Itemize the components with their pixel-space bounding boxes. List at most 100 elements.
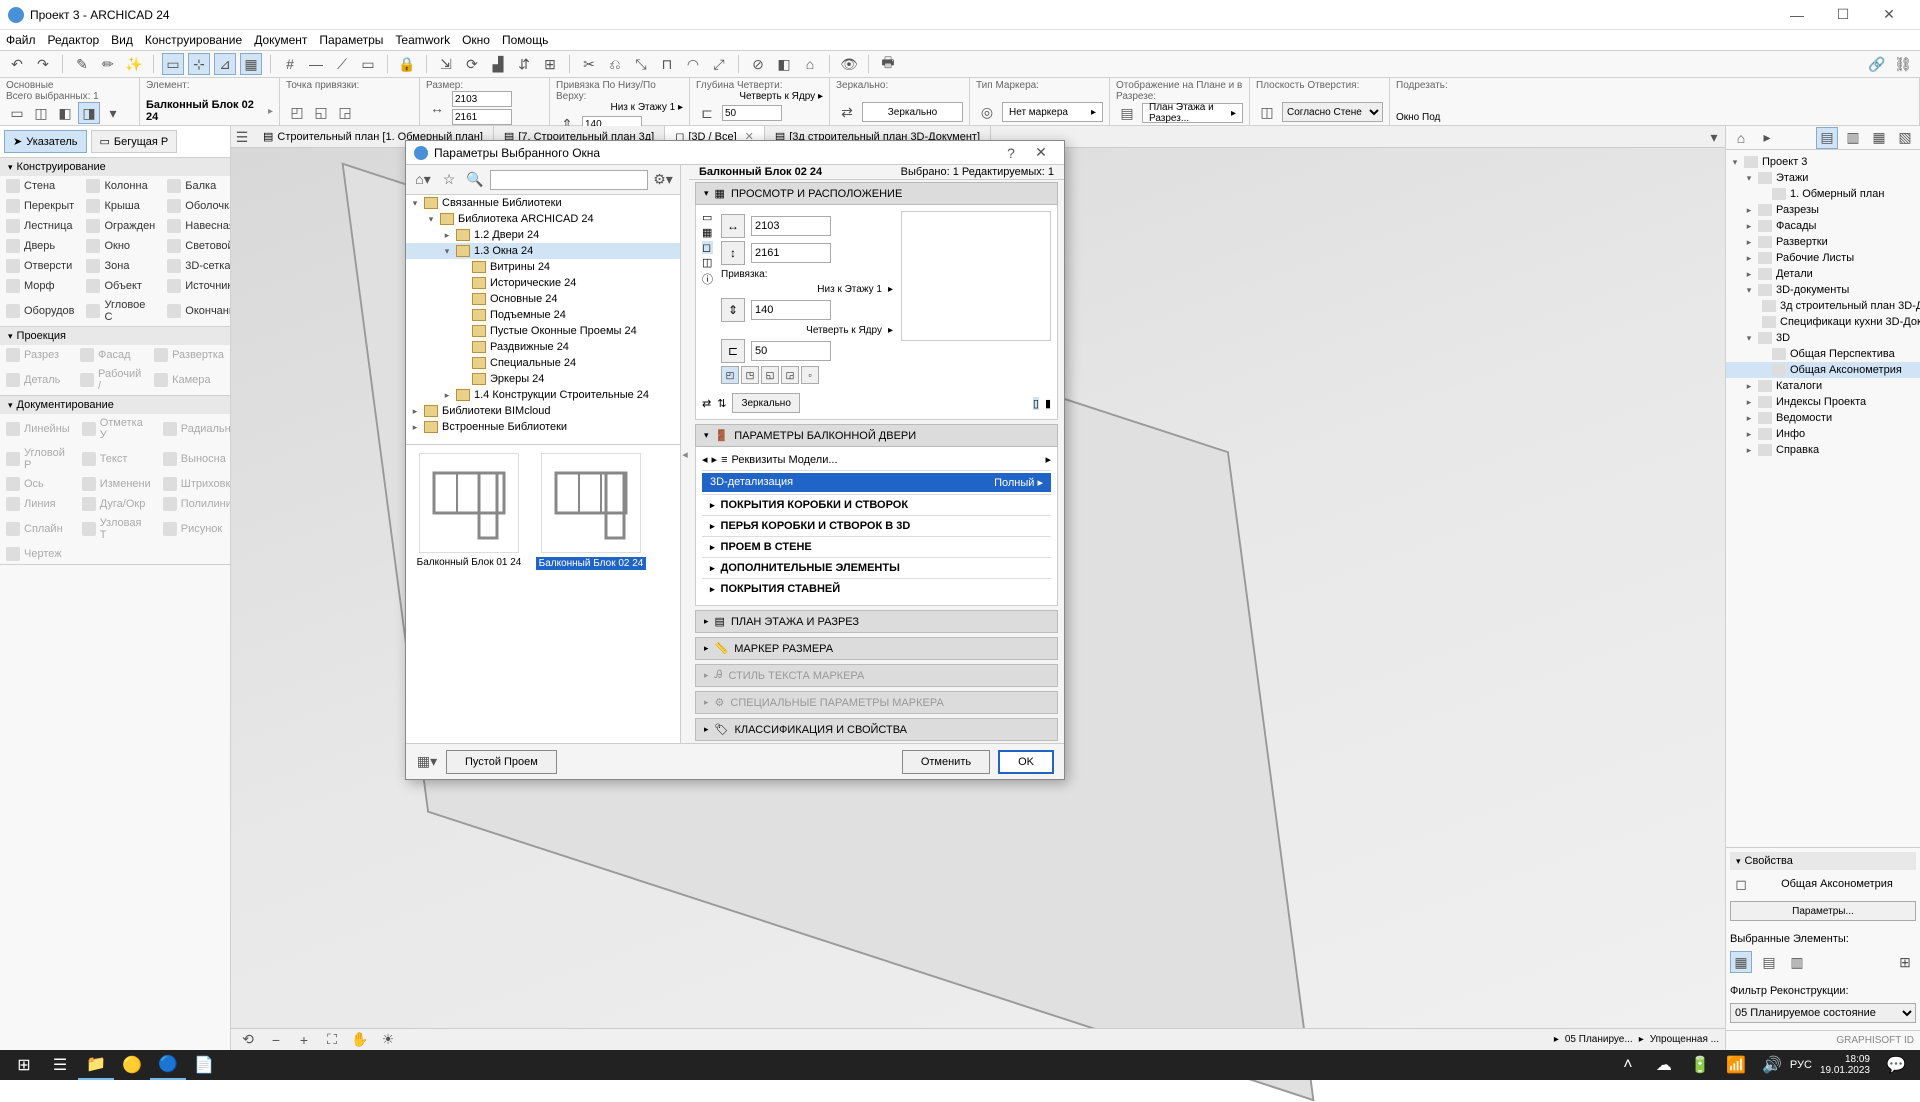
tool-отверсти[interactable]: Отверсти xyxy=(0,256,80,276)
section-door-params[interactable]: ▾🚪 ПАРАМЕТРЫ БАЛКОННОЙ ДВЕРИ xyxy=(695,424,1058,447)
anchor-5-icon[interactable]: ▫ xyxy=(801,366,819,384)
tool-зона[interactable]: Зона xyxy=(80,256,161,276)
lib-item[interactable]: Эркеры 24 xyxy=(406,371,680,387)
lock-icon[interactable]: 🔒 xyxy=(396,53,418,75)
link-icon[interactable]: 🔗 xyxy=(1866,53,1888,75)
model-req-label[interactable]: Реквизиты Модели... xyxy=(731,454,1041,466)
tool-перекрыт[interactable]: Перекрыт xyxy=(0,196,80,216)
picker-icon[interactable]: ✎ xyxy=(71,53,93,75)
nav-back-icon[interactable]: ▸ xyxy=(1756,127,1778,149)
reveal-offset-input[interactable] xyxy=(722,105,782,121)
print-icon[interactable]: 🖶 xyxy=(877,53,899,75)
trim-icon[interactable]: ✂ xyxy=(578,53,600,75)
section-marker[interactable]: ▸📏 МАРКЕР РАЗМЕРА xyxy=(695,637,1058,660)
prev-page-icon[interactable]: ◂ xyxy=(702,453,708,466)
link2-icon[interactable]: ⛓ xyxy=(1892,53,1914,75)
dialog-vlink-input[interactable] xyxy=(751,300,831,320)
anchor-4-icon[interactable]: ◲ xyxy=(781,366,799,384)
status-simpl[interactable]: Упрощенная ... xyxy=(1650,1034,1719,1045)
tool-угловой р[interactable]: Угловой Р xyxy=(0,444,76,474)
sel-mode2-icon[interactable]: ▤ xyxy=(1758,951,1780,973)
lib-item[interactable]: Исторические 24 xyxy=(406,275,680,291)
adjust-icon[interactable]: ⤡ xyxy=(630,53,652,75)
nav-item[interactable]: ▸Ведомости xyxy=(1726,410,1920,426)
maximize-button[interactable]: ☐ xyxy=(1820,0,1866,30)
tool-стена[interactable]: Стена xyxy=(0,176,80,196)
display-value[interactable]: План Этажа и Разрез...▸ xyxy=(1142,103,1243,123)
anchor-1-icon[interactable]: ◰ xyxy=(721,366,739,384)
tool-колонна[interactable]: Колонна xyxy=(80,176,161,196)
zoom-in-icon[interactable]: + xyxy=(293,1029,315,1051)
tool-штриховк[interactable]: Штриховк xyxy=(157,474,231,494)
flip-h-icon[interactable]: ⇄ xyxy=(702,397,711,410)
collapse-handle[interactable]: ◂ xyxy=(681,165,689,743)
sun-icon[interactable]: ☀ xyxy=(377,1029,399,1051)
grid-mode-icon[interactable]: ▦ xyxy=(240,53,262,75)
section-text[interactable]: ▸Ꭿ СТИЛЬ ТЕКСТА МАРКЕРА xyxy=(695,664,1058,687)
tool-морф[interactable]: Морф xyxy=(0,276,80,296)
tool-чертеж[interactable]: Чертеж xyxy=(0,544,76,564)
tool-выносна[interactable]: Выносна xyxy=(157,444,231,474)
nav-project-icon[interactable]: ▤ xyxy=(1816,127,1838,149)
resize-icon[interactable]: ⤢ xyxy=(708,53,730,75)
tool-сплайн[interactable]: Сплайн xyxy=(0,514,76,544)
layer-icon[interactable]: ▭ xyxy=(6,102,28,124)
tape-icon[interactable]: ⟋ xyxy=(331,53,353,75)
tool-окончани[interactable]: Окончани xyxy=(161,296,231,326)
dialog-vlink[interactable]: Низ к Этажу 1 xyxy=(817,284,882,295)
tray-volume-icon[interactable]: 🔊 xyxy=(1754,1050,1790,1080)
nav-item[interactable]: ▸Справка xyxy=(1726,442,1920,458)
pdf-icon[interactable]: 📄 xyxy=(186,1050,222,1080)
nav-item[interactable]: ▸Развертки xyxy=(1726,234,1920,250)
pan-icon[interactable]: ✋ xyxy=(349,1029,371,1051)
width-input[interactable] xyxy=(452,91,512,107)
layer3-icon[interactable]: ◧ xyxy=(54,102,76,124)
home-icon[interactable]: ⌂ xyxy=(799,53,821,75)
lib-item[interactable]: ▸1.2 Двери 24 xyxy=(406,227,680,243)
lib-gear-icon[interactable]: ⚙▾ xyxy=(652,169,674,191)
dialog-width-input[interactable] xyxy=(751,216,831,236)
rotate-icon[interactable]: ⟳ xyxy=(461,53,483,75)
marker-icon[interactable]: ◎ xyxy=(976,101,998,123)
menu-file[interactable]: Файл xyxy=(6,33,36,47)
projection-header[interactable]: Проекция xyxy=(0,327,230,345)
mirror-icon[interactable]: ▟ xyxy=(487,53,509,75)
tool-рисунок[interactable]: Рисунок xyxy=(157,514,231,544)
taskbar-clock[interactable]: 18:09 19.01.2023 xyxy=(1820,1054,1870,1076)
tool-световой[interactable]: Световой xyxy=(161,236,231,256)
tool-изменени[interactable]: Изменени xyxy=(76,474,157,494)
menu-help[interactable]: Помощь xyxy=(502,33,548,47)
tool-текст[interactable]: Текст xyxy=(76,444,157,474)
param-subsection[interactable]: ▸ПЕРЬЯ КОРОБКИ И СТВОРОК В 3D xyxy=(702,515,1051,536)
tool-объект[interactable]: Объект xyxy=(80,276,161,296)
nav-home-icon[interactable]: ⌂ xyxy=(1730,127,1752,149)
anchor-2-icon[interactable]: ◳ xyxy=(741,366,759,384)
cursor-mode-icon[interactable]: ▭ xyxy=(162,53,184,75)
tool-камера[interactable]: Камера xyxy=(148,365,230,395)
lib-item[interactable]: Пустые Оконные Проемы 24 xyxy=(406,323,680,339)
lib-thumb[interactable]: Балконный Блок 02 24 xyxy=(536,453,646,570)
params-button[interactable]: Параметры... xyxy=(1730,901,1916,921)
orbit-icon[interactable]: ⟲ xyxy=(237,1029,259,1051)
fit-icon[interactable]: ⛶ xyxy=(321,1029,343,1051)
lib-item[interactable]: ▾Связанные Библиотеки xyxy=(406,195,680,211)
tool-крыша[interactable]: Крыша xyxy=(80,196,161,216)
lib-fav-icon[interactable]: ☆ xyxy=(438,169,460,191)
infobar-reveal-value[interactable]: Четверть к Ядру xyxy=(739,91,815,102)
props-header[interactable]: Свойства xyxy=(1730,852,1916,870)
nav-item[interactable]: ▸Детали xyxy=(1726,266,1920,282)
tool-фасад[interactable]: Фасад xyxy=(74,345,148,365)
tool-узловая т[interactable]: Узловая Т xyxy=(76,514,157,544)
param-subsection[interactable]: ▸ДОПОЛНИТЕЛЬНЫЕ ЭЛЕМЕНТЫ xyxy=(702,557,1051,578)
tool-радиальн[interactable]: Радиальн xyxy=(157,414,231,444)
nav-item[interactable]: ▸Индексы Проекта xyxy=(1726,394,1920,410)
browser-icon[interactable]: 🟡 xyxy=(114,1050,150,1080)
syringe-icon[interactable]: ✏ xyxy=(97,53,119,75)
menu-view[interactable]: Вид xyxy=(111,33,133,47)
nav-item[interactable]: 1. Обмерный план xyxy=(1726,186,1920,202)
snap2-icon[interactable]: ◱ xyxy=(310,101,332,123)
sel-mode1-icon[interactable]: ▦ xyxy=(1730,951,1752,973)
section-plan[interactable]: ▸▤ ПЛАН ЭТАЖА И РАЗРЕЗ xyxy=(695,610,1058,633)
tool-оборудов[interactable]: Оборудов xyxy=(0,296,80,326)
sel-more-icon[interactable]: ⊞ xyxy=(1894,951,1916,973)
